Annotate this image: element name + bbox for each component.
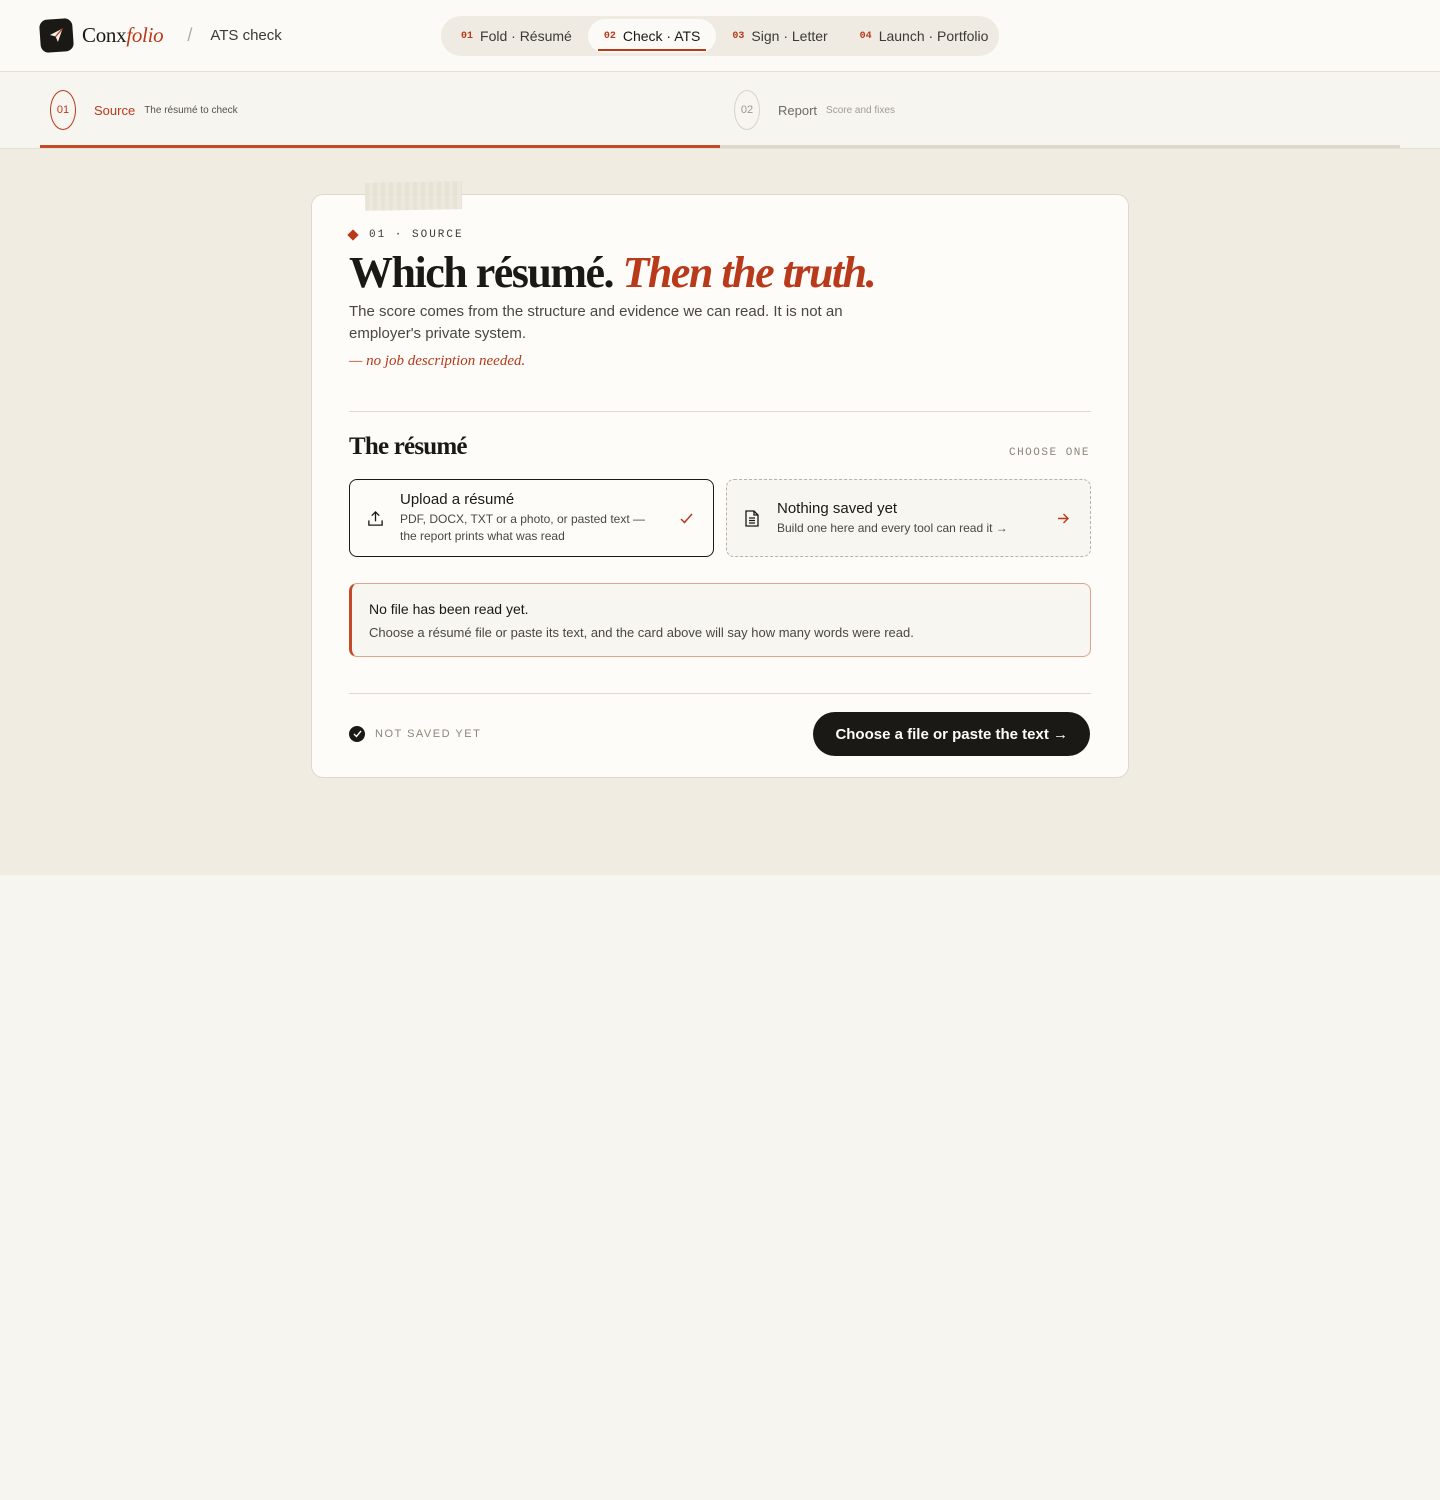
tab-number: 02 — [603, 30, 616, 42]
brand-name[interactable]: Conxfolio — [82, 23, 164, 48]
checkmark-icon — [659, 513, 713, 524]
choose-file-button[interactable]: Choose a file or paste the text → — [813, 712, 1090, 756]
eyebrow-text: 01 · SOURCE — [369, 229, 464, 241]
tab-label: Sign · Letter — [751, 28, 828, 44]
tab-launch-portfolio[interactable]: 04 Launch · Portfolio — [844, 19, 1005, 53]
step-description: Score and fixes — [826, 104, 895, 116]
handwritten-note: — no job description needed. — [349, 353, 526, 369]
tab-number: 01 — [461, 30, 474, 42]
tab-sign-letter[interactable]: 03 Sign · Letter — [716, 19, 843, 53]
option-title: Nothing saved yet — [777, 499, 898, 517]
intro-text: The score comes from the structure and e… — [349, 303, 843, 342]
page-title: Which résumé. Then the truth. — [349, 247, 877, 298]
title-accent: Then the truth. — [622, 248, 877, 297]
diamond-icon — [347, 229, 359, 241]
option-description: Build one here and every tool can read i… — [777, 520, 1008, 535]
main-area: 01 · SOURCE Which résumé. Then the truth… — [0, 149, 1440, 875]
upload-icon — [350, 510, 400, 527]
resume-section-title: The résumé — [349, 433, 467, 460]
paper-plane-logo-icon[interactable] — [38, 17, 75, 54]
tab-label: Fold · Résumé — [480, 28, 572, 44]
breadcrumb-separator: / — [187, 25, 193, 45]
option-title: Upload a résumé — [400, 491, 515, 508]
step-source[interactable]: 01 Source The résumé to check — [50, 90, 238, 130]
step-progress-fill — [40, 145, 720, 148]
tool-tabs: 01 Fold · Résumé 02 Check · ATS 03 Sign … — [441, 16, 999, 56]
notice-body: Choose a résumé file or paste its text, … — [369, 625, 914, 640]
tape-decoration — [364, 181, 463, 211]
choose-one-hint: CHOOSE ONE — [1008, 447, 1090, 459]
breadcrumb-current: ATS check — [210, 27, 282, 44]
step-label: Source — [94, 102, 136, 118]
option-description: PDF, DOCX, TXT or a photo, or pasted tex… — [400, 512, 645, 543]
check-circle-icon — [349, 726, 365, 742]
tab-number: 03 — [732, 30, 745, 42]
notice-title: No file has been read yet. — [369, 601, 529, 617]
tab-check-ats[interactable]: 02 Check · ATS — [587, 19, 717, 53]
saved-resume-option[interactable]: Nothing saved yet Build one here and eve… — [726, 479, 1091, 557]
tab-number: 04 — [859, 30, 872, 42]
section-eyebrow: 01 · SOURCE — [347, 229, 464, 241]
save-status-text: NOT SAVED YET — [375, 728, 482, 740]
title-main: Which résumé. — [349, 248, 615, 297]
document-icon — [727, 509, 777, 527]
brand: Conxfolio / ATS check — [38, 17, 282, 54]
tab-label: Launch · Portfolio — [878, 28, 989, 44]
divider — [349, 693, 1091, 694]
save-status: NOT SAVED YET — [349, 726, 481, 742]
step-label: Report — [778, 102, 818, 118]
brand-prefix: Conx — [82, 23, 127, 47]
arrow-right-icon — [1036, 513, 1090, 524]
divider — [349, 411, 1091, 412]
step-report[interactable]: 02 Report Score and fixes — [734, 90, 895, 130]
source-card: 01 · SOURCE Which résumé. Then the truth… — [311, 181, 1129, 778]
step-number: 01 — [50, 90, 76, 130]
wizard-stepper: 01 Source The résumé to check 02 Report … — [0, 72, 1440, 149]
read-status-notice: No file has been read yet. Choose a résu… — [349, 583, 1091, 657]
brand-accent: folio — [126, 23, 164, 47]
step-number: 02 — [734, 90, 760, 130]
step-description: The résumé to check — [144, 104, 238, 116]
upload-resume-option[interactable]: Upload a résumé PDF, DOCX, TXT or a phot… — [349, 479, 714, 557]
tab-fold-resume[interactable]: 01 Fold · Résumé — [445, 19, 588, 53]
tab-label: Check · ATS — [622, 28, 701, 44]
top-bar: Conxfolio / ATS check 01 Fold · Résumé 0… — [0, 0, 1440, 72]
step-progress-track — [40, 145, 1400, 148]
